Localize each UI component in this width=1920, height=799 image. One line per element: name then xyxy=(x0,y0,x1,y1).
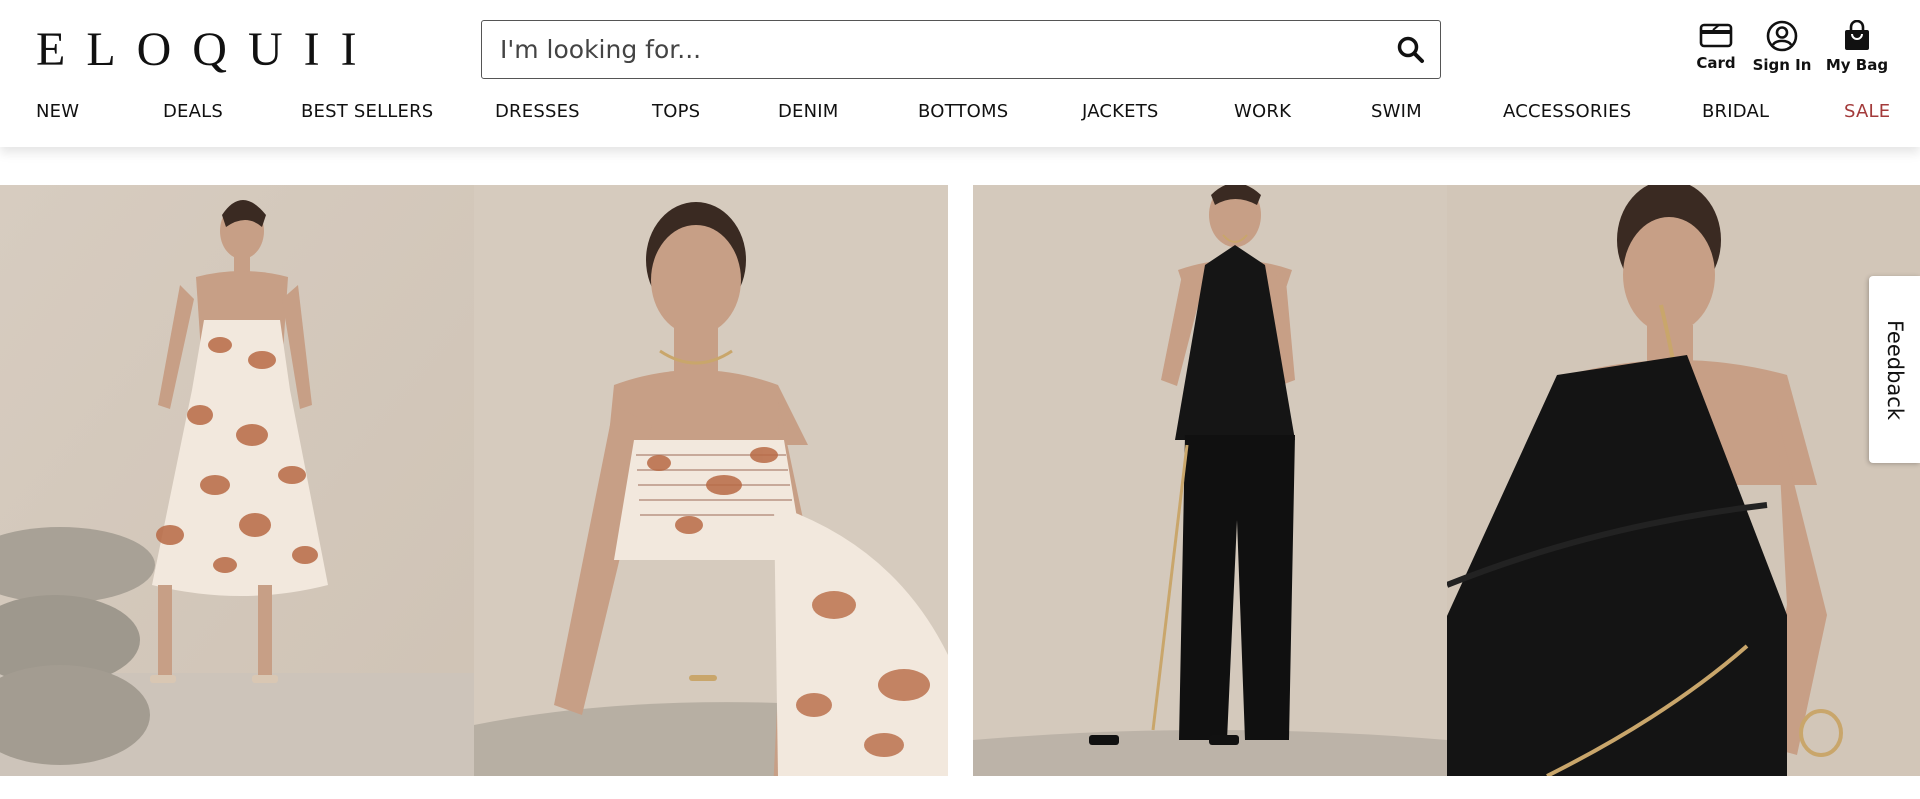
shopping-bag-icon xyxy=(1845,20,1869,50)
nav-item-swim[interactable]: SWIM xyxy=(1371,101,1422,122)
nav-item-new[interactable]: NEW xyxy=(36,101,79,122)
product-image-floral-dress-closeup[interactable] xyxy=(474,185,948,776)
my-bag-label: My Bag xyxy=(1825,56,1889,74)
product-image-black-halter-closeup[interactable] xyxy=(1447,185,1920,776)
search-input[interactable] xyxy=(482,21,1362,78)
brand-logo[interactable]: ELOQUII xyxy=(36,24,378,76)
nav-item-denim[interactable]: DENIM xyxy=(778,101,839,122)
nav-item-accessories[interactable]: ACCESSORIES xyxy=(1503,101,1631,122)
nav-item-bottoms[interactable]: BOTTOMS xyxy=(918,101,1008,122)
nav-item-bridal[interactable]: BRIDAL xyxy=(1702,101,1769,122)
search-bar xyxy=(481,20,1441,79)
nav-item-sale[interactable]: SALE xyxy=(1844,101,1890,122)
feedback-label: Feedback xyxy=(1882,319,1907,420)
nav-item-work[interactable]: WORK xyxy=(1234,101,1291,122)
search-button[interactable] xyxy=(1396,35,1426,65)
product-image-floral-dress-full[interactable] xyxy=(0,185,474,776)
nav-item-dresses[interactable]: DRESSES xyxy=(495,101,580,122)
credit-card-icon xyxy=(1699,23,1733,48)
nav-item-tops[interactable]: TOPS xyxy=(652,101,700,122)
main-nav: NEW DEALS BEST SELLERS DRESSES TOPS DENI… xyxy=(0,101,1920,131)
search-icon xyxy=(1397,36,1424,63)
feedback-tab[interactable]: Feedback xyxy=(1869,276,1920,463)
nav-item-deals[interactable]: DEALS xyxy=(163,101,223,122)
nav-item-best-sellers[interactable]: BEST SELLERS xyxy=(301,101,433,122)
product-image-black-halter-set-full[interactable] xyxy=(973,185,1447,776)
site-header: ELOQUII Card Sign In My xyxy=(0,0,1920,147)
my-bag-link[interactable]: My Bag xyxy=(1812,20,1902,80)
user-circle-icon xyxy=(1766,20,1798,52)
nav-item-jackets[interactable]: JACKETS xyxy=(1082,101,1159,122)
